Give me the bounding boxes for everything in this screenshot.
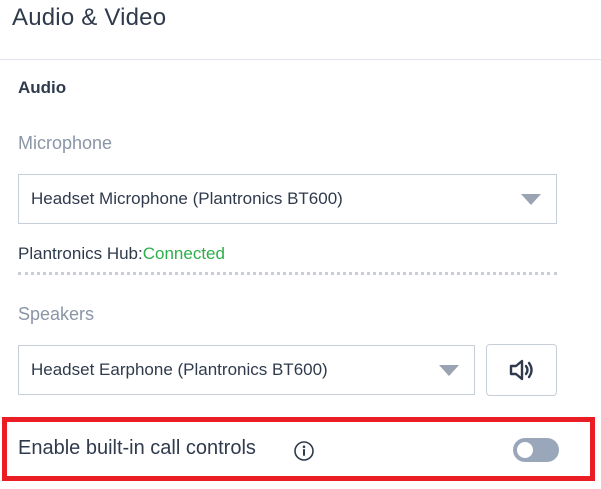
title-divider (0, 59, 601, 60)
page-title: Audio & Video (12, 4, 167, 31)
chevron-down-icon (439, 365, 459, 376)
speakers-selected-value: Headset Earphone (Plantronics BT600) (31, 360, 328, 379)
hub-label: Plantronics Hub: (18, 244, 143, 263)
info-icon[interactable] (293, 440, 315, 462)
plantronics-hub-status: Plantronics Hub:Connected (18, 244, 225, 264)
speakers-label: Speakers (18, 304, 95, 324)
call-controls-label: Enable built-in call controls (18, 437, 256, 459)
chevron-down-icon (521, 194, 541, 205)
dotted-divider (18, 272, 557, 275)
call-controls-toggle[interactable] (513, 438, 559, 462)
hub-status-text: Connected (142, 244, 225, 263)
microphone-selected-value: Headset Microphone (Plantronics BT600) (31, 189, 343, 208)
toggle-knob (517, 442, 533, 458)
microphone-label: Microphone (18, 133, 113, 153)
speaker-icon (509, 359, 533, 381)
test-speaker-button[interactable] (486, 344, 557, 396)
microphone-select[interactable]: Headset Microphone (Plantronics BT600) (18, 174, 557, 224)
audio-section-heading: Audio (18, 78, 67, 97)
speakers-select[interactable]: Headset Earphone (Plantronics BT600) (18, 345, 475, 395)
